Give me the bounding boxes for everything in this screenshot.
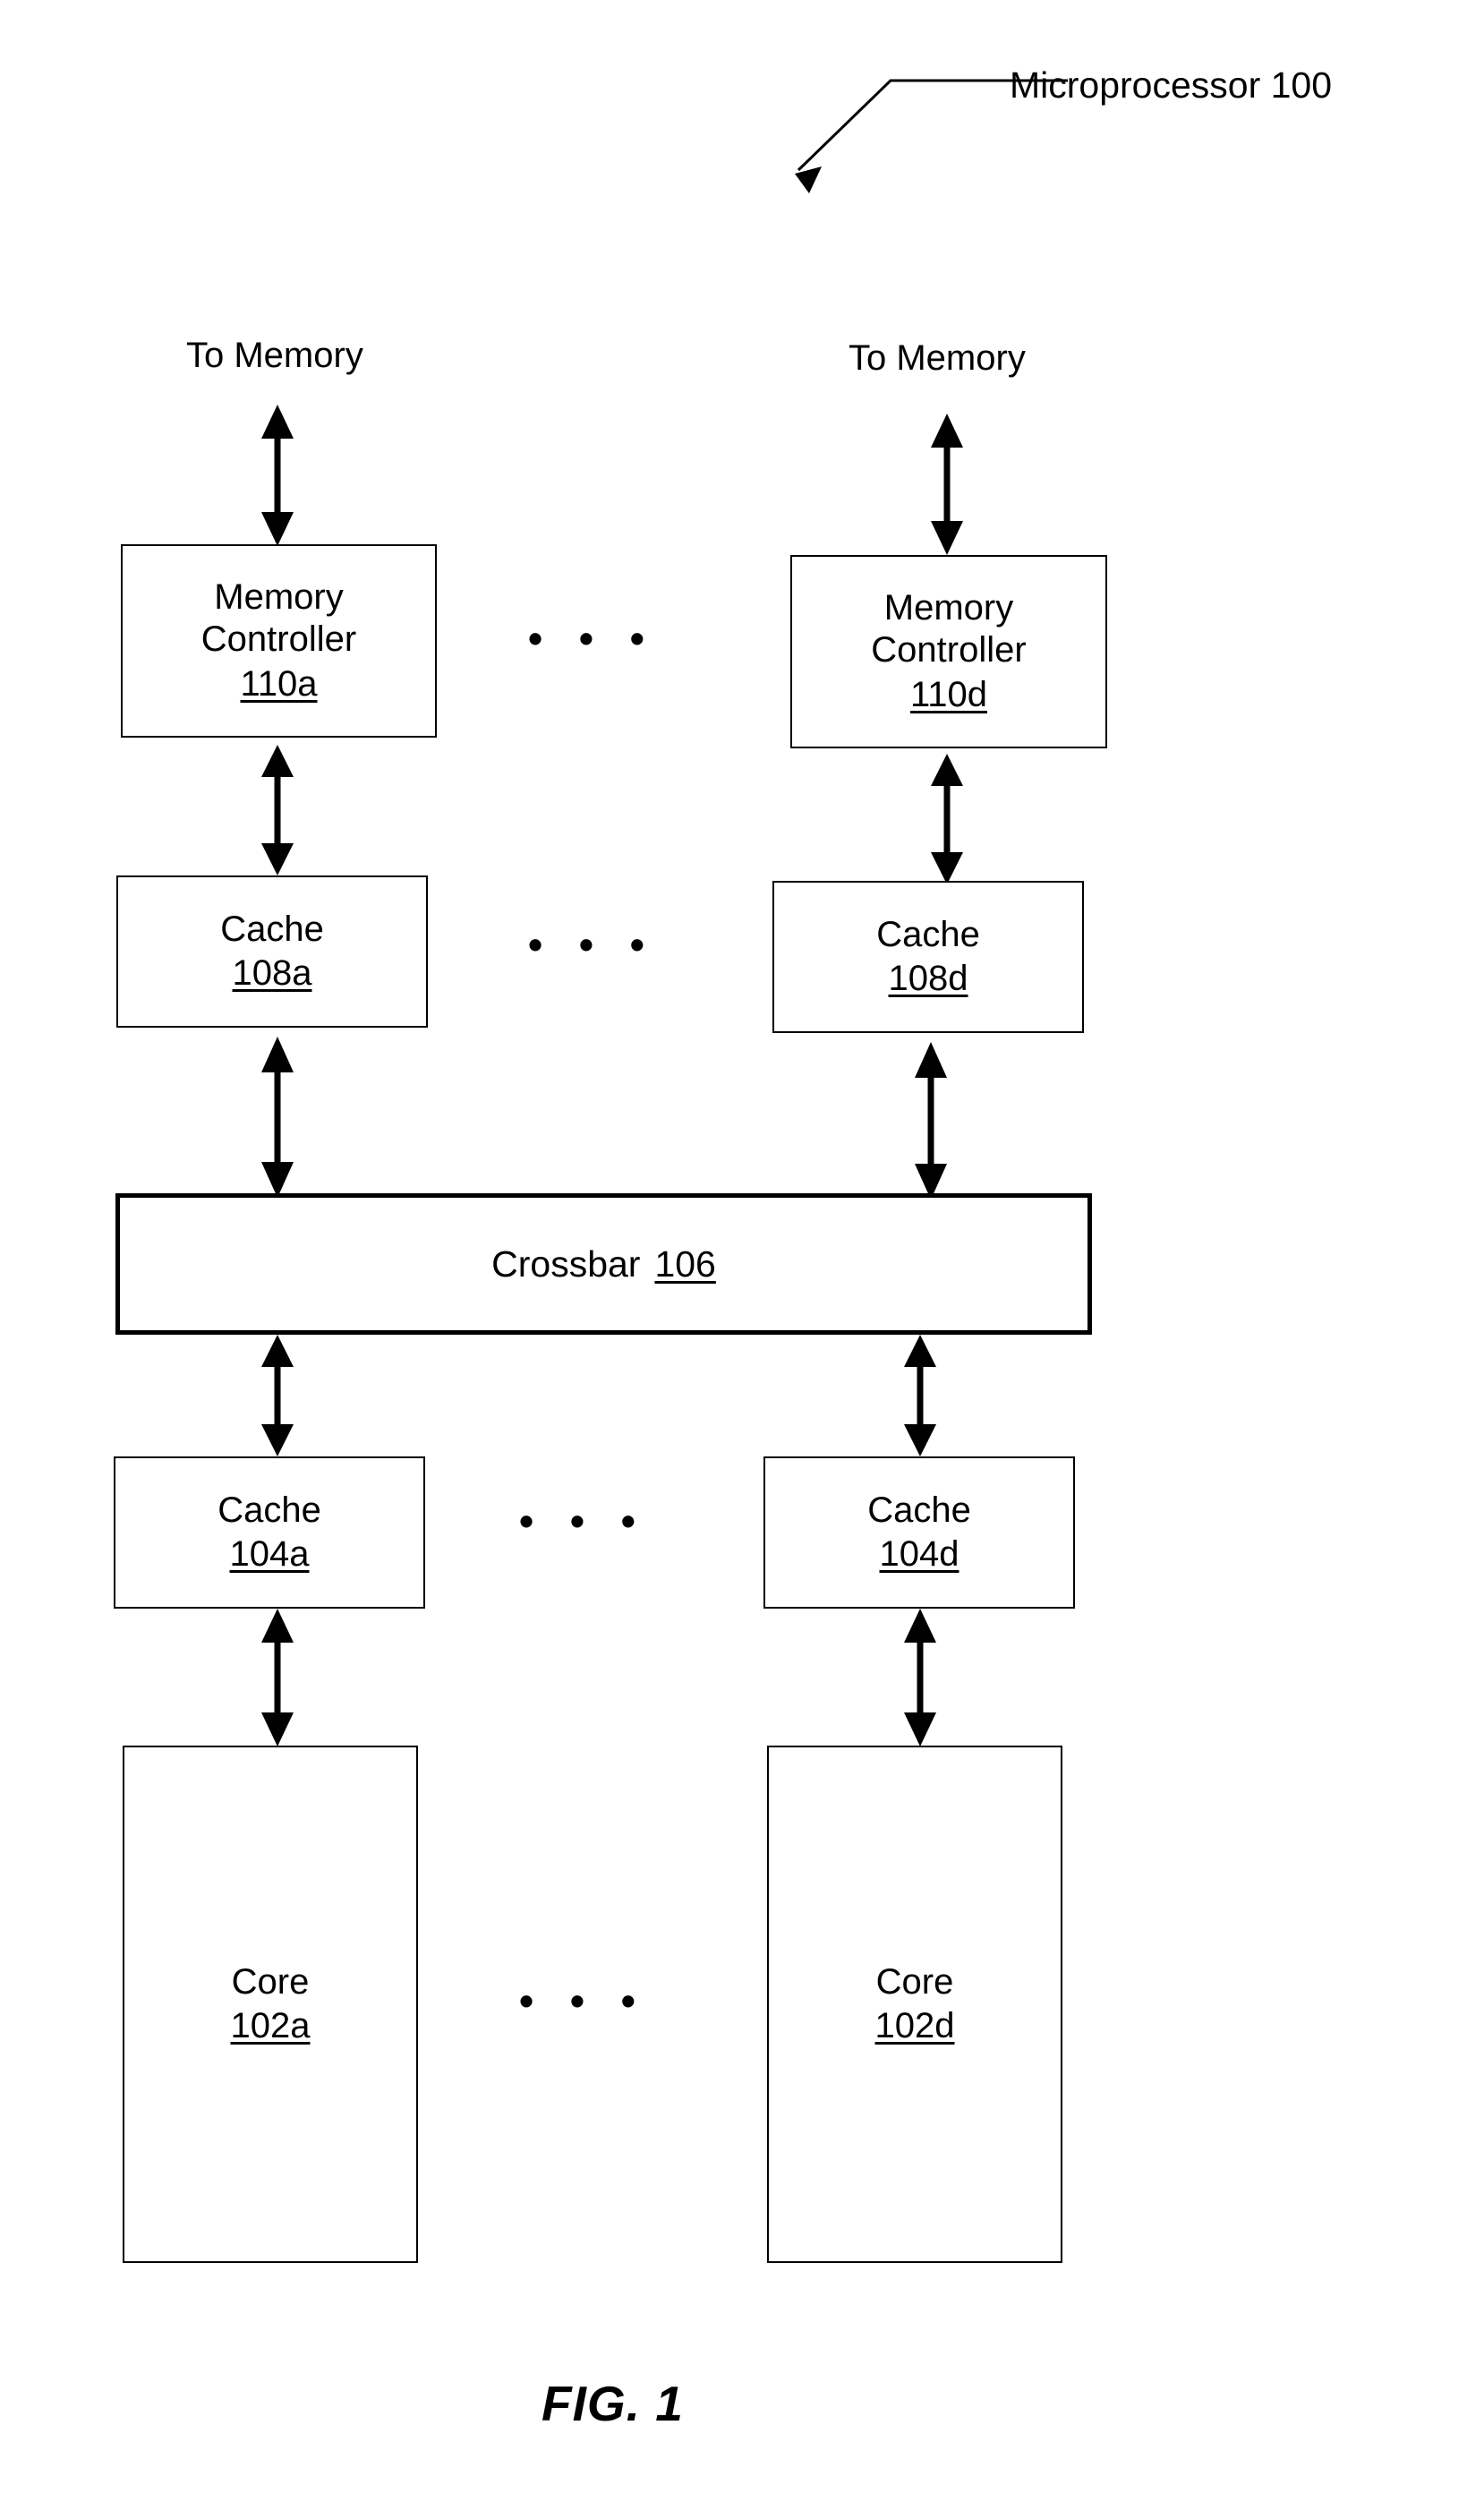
arrow-memory-to-mc-right bbox=[931, 414, 963, 555]
memory-controller-110a-ref: 110a bbox=[240, 663, 318, 704]
arrow-cache-to-crossbar-right bbox=[915, 1042, 947, 1200]
cache-108d-title: Cache bbox=[876, 914, 980, 954]
core-102a-title: Core bbox=[231, 1961, 310, 2002]
microprocessor-lead-line bbox=[795, 79, 1068, 193]
cache-104d-title: Cache bbox=[867, 1490, 971, 1530]
memory-controller-110d-box: Memory Controller 110d bbox=[790, 555, 1107, 748]
arrow-memory-to-mc-left bbox=[261, 405, 294, 546]
cache-108d-ref: 108d bbox=[888, 959, 968, 998]
crossbar-106-box: Crossbar 106 bbox=[115, 1193, 1092, 1335]
cache-104a-ref: 104a bbox=[229, 1534, 310, 1574]
cache-108a-box: Cache 108a bbox=[116, 875, 428, 1028]
crossbar-106-title: Crossbar bbox=[491, 1242, 641, 1285]
cache-104d-box: Cache 104d bbox=[763, 1456, 1075, 1609]
memory-controller-110d-ref: 110d bbox=[909, 674, 987, 714]
arrow-cache-to-core-right bbox=[904, 1609, 936, 1746]
arrow-crossbar-to-cache-right bbox=[904, 1335, 936, 1456]
core-102a-box: Core 102a bbox=[123, 1746, 418, 2263]
arrow-mc-to-cache-left-upper bbox=[261, 745, 294, 875]
figure-caption: FIG. 1 bbox=[542, 2376, 684, 2431]
ellipsis-cores: • • • bbox=[519, 1977, 648, 2024]
crossbar-106-ref: 106 bbox=[654, 1242, 716, 1285]
ellipsis-lower-caches: • • • bbox=[519, 1498, 648, 1544]
memory-controller-110d-title: Memory Controller bbox=[871, 588, 1027, 670]
core-102d-ref: 102d bbox=[874, 2006, 955, 2045]
ellipsis-upper-caches: • • • bbox=[528, 921, 657, 968]
memory-controller-110a-box: Memory Controller 110a bbox=[121, 544, 437, 738]
to-memory-label-right: To Memory bbox=[849, 338, 1026, 378]
cache-108d-box: Cache 108d bbox=[772, 881, 1084, 1033]
cache-108a-title: Cache bbox=[220, 909, 324, 949]
cache-104a-title: Cache bbox=[217, 1490, 321, 1530]
arrow-cache-to-crossbar-left bbox=[261, 1037, 294, 1198]
microprocessor-callout-label: Microprocessor 100 bbox=[1010, 64, 1333, 106]
core-102d-title: Core bbox=[875, 1961, 954, 2002]
core-102a-ref: 102a bbox=[230, 2006, 311, 2045]
cache-108a-ref: 108a bbox=[232, 953, 312, 993]
cache-104a-box: Cache 104a bbox=[114, 1456, 425, 1609]
arrow-crossbar-to-cache-left bbox=[261, 1335, 294, 1456]
to-memory-label-left: To Memory bbox=[186, 336, 363, 375]
memory-controller-110a-title: Memory Controller bbox=[200, 577, 357, 660]
arrow-cache-to-core-left bbox=[261, 1609, 294, 1746]
core-102d-box: Core 102d bbox=[767, 1746, 1062, 2263]
cache-104d-ref: 104d bbox=[879, 1534, 959, 1574]
ellipsis-memory-controllers: • • • bbox=[528, 615, 657, 662]
patent-figure-1: Microprocessor 100 To Memory To Memory M… bbox=[0, 0, 1484, 2502]
arrow-mc-to-cache-right-upper bbox=[931, 754, 963, 884]
